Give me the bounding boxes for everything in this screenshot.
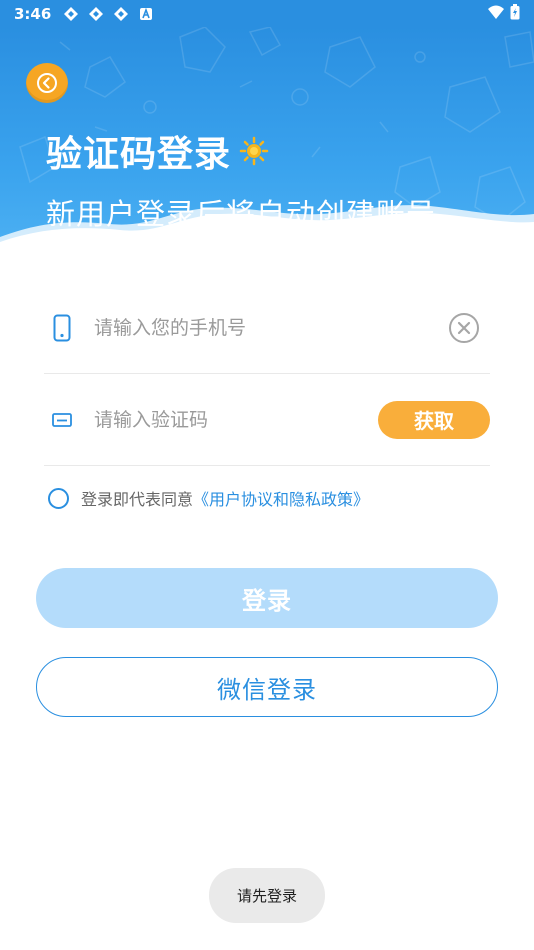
code-field-row: 获取 [44,374,490,466]
sync-icon [63,6,79,22]
status-time: 3:46 [14,4,52,23]
code-input[interactable] [94,408,378,431]
wifi-icon [488,5,504,23]
back-button[interactable] [26,63,68,103]
get-code-button[interactable]: 获取 [378,400,490,439]
status-bar: 3:46 [0,0,534,27]
page-subtitle: 新用户登录后将自动创建账号 [46,197,437,231]
header-banner: 验证码登录 新用户登录后将自动创建账号 [0,27,534,262]
agreement-row: 登录即代表同意 《用户协议和隐私政策》 [48,486,369,510]
phone-icon [48,314,76,342]
chevron-left-icon [37,73,57,93]
phone-field-row [44,282,490,374]
agreement-checkbox[interactable] [48,487,69,509]
page-title: 验证码登录 [46,125,269,177]
agreement-link[interactable]: 《用户协议和隐私政策》 [193,486,369,510]
battery-icon [510,3,520,24]
wechat-login-button[interactable]: 微信登录 [36,657,498,717]
agreement-text: 登录即代表同意 [81,490,194,509]
a-icon [138,6,154,22]
clear-icon [449,312,479,343]
sun-icon [239,136,269,166]
sms-icon [48,406,76,434]
clear-button[interactable] [448,312,480,344]
sync-icon [113,6,129,22]
phone-input[interactable] [94,316,448,339]
sync-icon [88,6,104,22]
login-button[interactable]: 登录 [36,568,498,628]
toast-message: 请先登录 [209,868,325,923]
page-title-text: 验证码登录 [46,134,232,175]
